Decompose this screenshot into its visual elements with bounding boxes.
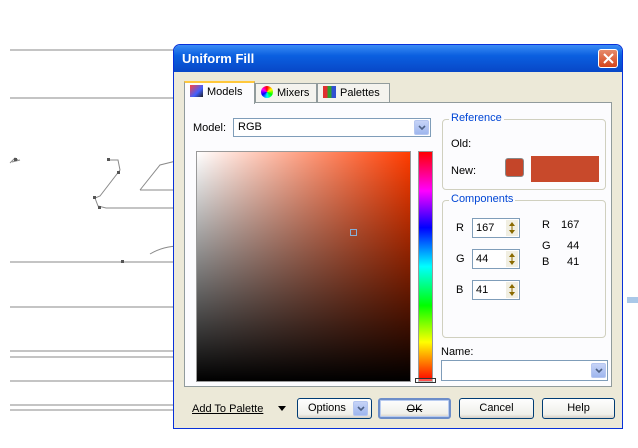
b-label: B <box>456 284 464 296</box>
model-dropdown-button[interactable] <box>414 120 429 135</box>
model-value: RGB <box>238 121 262 133</box>
tab-mixers-label: Mixers <box>277 87 310 99</box>
r-value: 167 <box>476 222 495 234</box>
ok-label: OK <box>406 403 423 415</box>
g-readout-value: 44 <box>567 240 580 252</box>
r-spinner[interactable] <box>506 220 518 236</box>
cancel-button[interactable]: Cancel <box>459 398 534 419</box>
new-color-swatch <box>531 156 599 182</box>
add-to-palette-dropdown-icon[interactable] <box>278 406 286 411</box>
color-saturation-field[interactable] <box>196 151 411 382</box>
g-value: 44 <box>476 253 489 265</box>
b-value: 41 <box>476 284 489 296</box>
dialog-title: Uniform Fill <box>182 51 255 66</box>
models-panel: Model: RGB Reference Old: New: Component… <box>184 102 612 387</box>
chevron-down-icon <box>357 406 365 412</box>
help-button[interactable]: Help <box>542 398 615 419</box>
add-to-palette-button[interactable]: Add To Palette <box>192 403 263 415</box>
reference-title: Reference <box>449 112 504 124</box>
g-label: G <box>456 253 465 265</box>
old-label: Old: <box>451 138 472 150</box>
tab-palettes-label: Palettes <box>340 87 380 99</box>
close-icon <box>603 53 614 64</box>
model-select[interactable]: RGB <box>233 118 431 137</box>
b-input[interactable]: 41 <box>472 280 520 300</box>
new-label: New: <box>451 165 477 177</box>
close-button[interactable] <box>598 49 618 68</box>
r-input[interactable]: 167 <box>472 218 520 238</box>
model-label: Model: <box>193 122 227 134</box>
models-icon <box>190 85 203 97</box>
name-combobox[interactable] <box>441 360 608 381</box>
tab-models[interactable]: Models <box>184 81 255 104</box>
color-picker-marker[interactable] <box>350 229 357 236</box>
options-button[interactable]: Options <box>297 398 372 419</box>
uniform-fill-dialog: Uniform Fill Models Mixers Palettes Mode… <box>173 44 623 429</box>
title-bar[interactable]: Uniform Fill <box>174 45 622 72</box>
chevron-down-icon <box>595 368 603 374</box>
spinner-arrows-icon <box>509 253 515 265</box>
palettes-icon <box>323 86 336 98</box>
spinner-arrows-icon <box>509 222 515 234</box>
r-label: R <box>456 222 464 234</box>
b-readout-label: B <box>542 256 550 268</box>
hue-slider[interactable] <box>418 151 433 382</box>
b-spinner[interactable] <box>506 282 518 298</box>
hue-slider-handle[interactable] <box>415 378 436 383</box>
tab-palettes[interactable]: Palettes <box>317 83 390 102</box>
tab-mixers[interactable]: Mixers <box>255 83 317 102</box>
cancel-label: Cancel <box>479 402 514 414</box>
options-dropdown-button <box>353 401 368 416</box>
options-label: Options <box>308 402 346 414</box>
spinner-arrows-icon <box>509 284 515 296</box>
tab-models-label: Models <box>207 86 243 98</box>
name-label: Name: <box>441 346 474 358</box>
help-label: Help <box>567 402 590 414</box>
r-readout-value: 167 <box>561 219 580 231</box>
components-group: Components R 167 G 44 B 41 R 167 G 44 B … <box>442 193 606 338</box>
r-readout-label: R <box>542 219 550 231</box>
g-readout-label: G <box>542 240 551 252</box>
g-spinner[interactable] <box>506 251 518 267</box>
ok-button[interactable]: OK <box>378 398 451 419</box>
new-color-swatch-small <box>505 158 524 177</box>
reference-group: Reference Old: New: <box>442 112 606 190</box>
b-readout-value: 41 <box>567 256 580 268</box>
mixers-icon <box>261 86 273 98</box>
name-dropdown-button[interactable] <box>591 363 606 378</box>
components-title: Components <box>449 193 516 205</box>
g-input[interactable]: 44 <box>472 249 520 269</box>
chevron-down-icon <box>418 125 426 131</box>
